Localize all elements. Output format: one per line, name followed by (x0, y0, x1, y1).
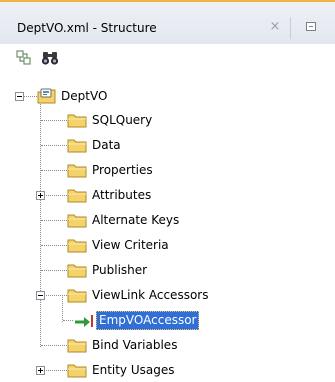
tree-node-label: Attributes (92, 188, 152, 202)
tree-connector (41, 170, 67, 171)
tree-connector (41, 120, 67, 121)
tree-node-view-criteria[interactable]: View Criteria (0, 233, 335, 257)
tree-node-publisher[interactable]: Publisher (0, 258, 335, 282)
folder-icon (67, 189, 87, 203)
tree-node-label: Alternate Keys (92, 213, 180, 227)
tree-node-sqlquery[interactable]: SQLQuery (0, 108, 335, 132)
tree-node-entity-usages[interactable]: Entity Usages (0, 358, 335, 382)
folder-icon (67, 264, 87, 278)
tree-node-bind-variables[interactable]: Bind Variables (0, 333, 335, 357)
view-link-accessor-icon (75, 315, 93, 327)
structure-toolbar (0, 44, 335, 72)
folder-icon (67, 114, 87, 128)
tree-node-label: ViewLink Accessors (92, 288, 209, 302)
tree-node-empvoaccessor[interactable]: EmpVOAccessor (0, 308, 335, 332)
tree-connector (24, 96, 37, 97)
tree-connector (41, 220, 67, 221)
tree-connector (41, 345, 67, 346)
expand-icon[interactable] (36, 191, 45, 200)
tree-connector (41, 245, 67, 246)
structure-panel: DeptVO.xml - Structure × DeptVO SQLQuery… (0, 0, 335, 379)
close-icon[interactable]: × (268, 20, 282, 34)
view-object-icon (37, 88, 56, 104)
tree-node-root[interactable]: DeptVO (0, 84, 335, 108)
tree-node-label: Entity Usages (92, 363, 175, 377)
title-separator (290, 17, 291, 39)
folder-open-icon (67, 289, 87, 303)
panel-title-bar: DeptVO.xml - Structure × (0, 0, 335, 44)
tree-connector (63, 320, 73, 321)
folder-icon (67, 364, 87, 378)
tree-node-data[interactable]: Data (0, 133, 335, 157)
tree-node-label: View Criteria (92, 238, 169, 252)
tree-node-label: Publisher (92, 263, 148, 277)
folder-icon (67, 239, 87, 253)
tree-node-label: SQLQuery (92, 113, 153, 127)
tree-node-label: EmpVOAccessor (96, 311, 200, 330)
structure-tree: DeptVO SQLQuery Data Properties Attribut… (0, 72, 335, 379)
tree-node-viewlink-accessors[interactable]: ViewLink Accessors (0, 283, 335, 307)
tree-node-label: Bind Variables (92, 338, 178, 352)
binoculars-find-icon[interactable] (40, 48, 60, 68)
tree-node-label: Data (92, 138, 121, 152)
sync-with-editor-icon[interactable] (14, 48, 34, 68)
tree-node-alternate-keys[interactable]: Alternate Keys (0, 208, 335, 232)
expand-icon[interactable] (36, 366, 45, 375)
tree-node-attributes[interactable]: Attributes (0, 183, 335, 207)
panel-title: DeptVO.xml - Structure (17, 21, 157, 35)
tree-node-label: Properties (92, 163, 153, 177)
tree-node-properties[interactable]: Properties (0, 158, 335, 182)
folder-icon (67, 164, 87, 178)
collapse-icon[interactable] (15, 92, 24, 101)
folder-icon (67, 339, 87, 353)
tree-connector (41, 270, 67, 271)
minimize-icon[interactable] (306, 22, 316, 31)
tree-node-label: DeptVO (61, 89, 108, 103)
folder-icon (67, 214, 87, 228)
collapse-icon[interactable] (36, 291, 45, 300)
tree-connector (41, 145, 67, 146)
folder-icon (67, 139, 87, 153)
